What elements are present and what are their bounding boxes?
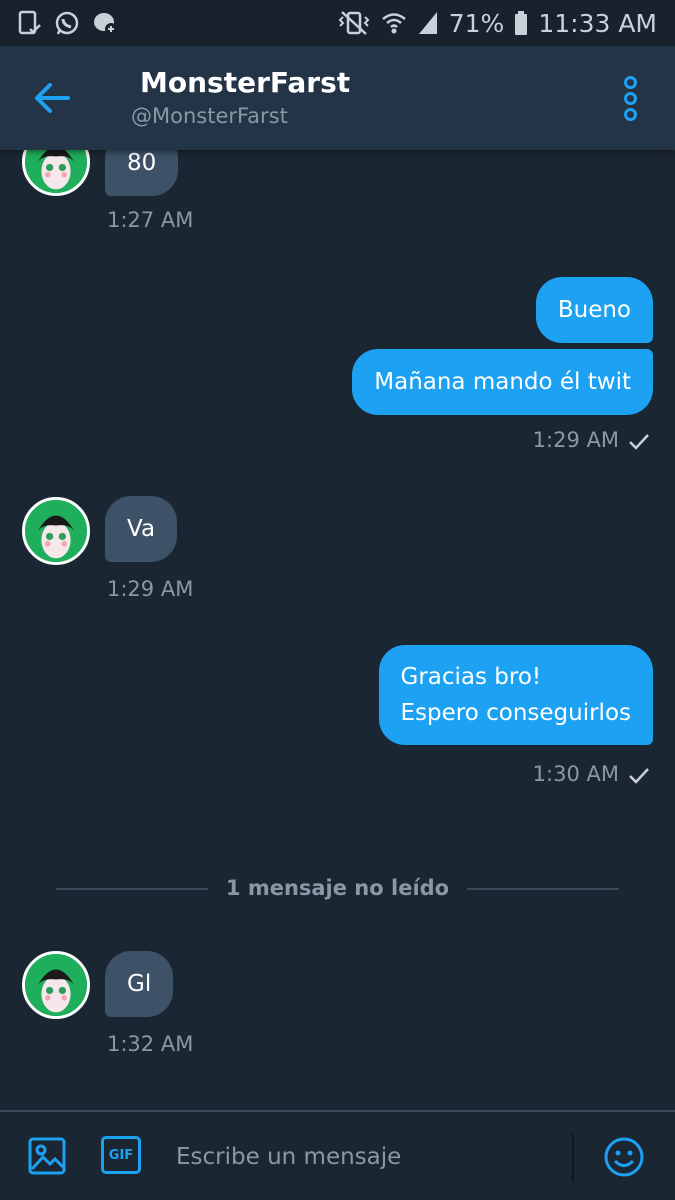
wifi-icon (381, 10, 407, 36)
battery-icon (514, 10, 528, 36)
message-bubble-incoming[interactable]: Gl (105, 951, 174, 1017)
emoji-button[interactable] (603, 1136, 645, 1178)
divider-line (467, 888, 619, 890)
message-text: Bueno (557, 297, 631, 323)
message-timestamp: 1:29 AM (107, 577, 194, 601)
more-vertical-icon-dot (623, 108, 637, 121)
avatar-image (25, 500, 87, 562)
message-timestamp: 1:32 AM (107, 1032, 194, 1056)
message-text: Gracias bro! (400, 664, 542, 690)
contact-handle: @MonsterFarst (131, 104, 288, 128)
message-timestamp: 1:30 AM (532, 762, 619, 786)
message-bubble-incoming[interactable]: 80 (105, 150, 179, 196)
message-timestamp: 1:27 AM (107, 208, 194, 232)
image-icon (28, 1137, 66, 1175)
screenshot-icon (18, 10, 42, 36)
smiley-icon (604, 1137, 644, 1177)
battery-percent: 71% (448, 8, 505, 38)
avatar[interactable] (22, 150, 90, 196)
vibrate-icon (337, 10, 371, 36)
clock: 11:33 AM (538, 8, 657, 38)
sent-check-icon (629, 768, 649, 784)
avatar[interactable] (22, 951, 90, 1019)
more-options-button[interactable] (616, 76, 644, 121)
gif-button[interactable]: GIF (101, 1136, 141, 1174)
sent-check-icon (629, 434, 649, 450)
conversation-header: MonsterFarst @MonsterFarst (0, 46, 675, 150)
message-composer: GIF (0, 1110, 675, 1200)
whatsapp-icon (54, 10, 80, 36)
avatar[interactable] (22, 497, 90, 565)
message-bubble-outgoing[interactable]: Bueno (535, 277, 653, 343)
back-arrow-icon (35, 83, 70, 113)
signal-icon (417, 10, 439, 36)
contact-name[interactable]: MonsterFarst (140, 66, 350, 99)
avatar-image (25, 954, 87, 1016)
back-button[interactable] (30, 76, 74, 120)
message-timestamp: 1:29 AM (532, 428, 619, 452)
message-bubble-outgoing[interactable]: Gracias bro! Espero conseguirlos (378, 645, 653, 745)
status-bar: 71% 11:33 AM (0, 0, 675, 46)
more-vertical-icon (623, 76, 637, 89)
message-text: 80 (127, 150, 157, 176)
more-vertical-icon-dot (623, 92, 637, 105)
message-text: Mañana mando él twit (374, 369, 631, 395)
message-text: Va (127, 516, 156, 542)
add-photo-button[interactable] (27, 1136, 67, 1176)
chat-icon (92, 10, 118, 36)
conversation-area[interactable]: 80 1:27 AM Bueno Mañana mando él twit 1:… (0, 150, 675, 1110)
message-text: Espero conseguirlos (400, 700, 632, 726)
avatar-image (25, 150, 87, 193)
message-text: Gl (127, 971, 152, 997)
message-input[interactable] (176, 1134, 556, 1180)
composer-separator (572, 1134, 574, 1182)
message-bubble-incoming[interactable]: Va (105, 496, 178, 562)
message-bubble-outgoing[interactable]: Mañana mando él twit (352, 349, 653, 415)
